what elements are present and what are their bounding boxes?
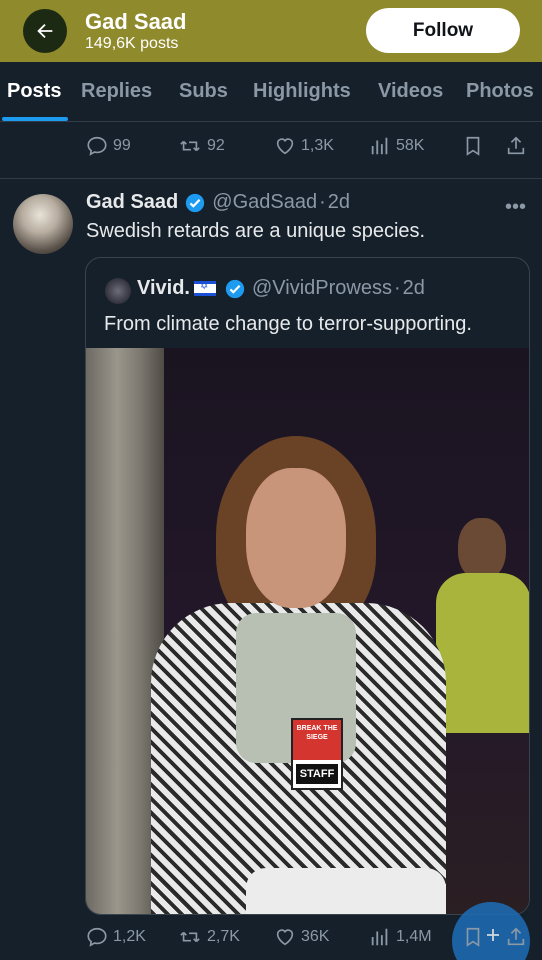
author-name[interactable]: Gad Saad: [86, 191, 178, 214]
avatar[interactable]: [13, 194, 73, 254]
tab-posts[interactable]: Posts: [7, 80, 61, 103]
photo-cloth: [246, 868, 446, 914]
repost-button[interactable]: 92: [178, 135, 225, 157]
bookmark-button[interactable]: [462, 135, 484, 157]
views-count: 58K: [396, 137, 425, 154]
quoted-author-name: Vivid.: [137, 277, 190, 299]
quoted-avatar: [105, 278, 131, 304]
tab-subs[interactable]: Subs: [179, 80, 228, 103]
share-icon: [507, 927, 525, 946]
prev-post-actions: 99 92 1,3K 58K: [86, 135, 526, 161]
post-text: Swedish retards are a unique species.: [86, 220, 426, 242]
separator-dot: ·: [393, 277, 401, 299]
tab-replies[interactable]: Replies: [81, 80, 152, 103]
author-handle[interactable]: @GadSaad: [212, 191, 317, 214]
header-title-block: Gad Saad 149,6K posts: [85, 10, 186, 54]
more-options-icon[interactable]: •••: [505, 196, 526, 219]
tab-photos[interactable]: Photos: [466, 80, 534, 103]
repost-icon: [180, 140, 200, 152]
repost-count: 92: [207, 137, 225, 154]
share-icon: [507, 136, 525, 155]
bookmark-icon: [466, 927, 480, 947]
reply-count: 99: [113, 137, 131, 154]
quoted-handle: @VividProwess: [252, 277, 392, 299]
quoted-photo[interactable]: BREAK THE SIEGE STAFF: [86, 348, 529, 914]
reply-button[interactable]: 99: [86, 135, 131, 157]
photo-background-person: [436, 518, 529, 818]
verified-badge-icon: [225, 279, 245, 298]
views-button[interactable]: 58K: [369, 135, 424, 157]
share-button[interactable]: [505, 926, 527, 948]
verified-badge-icon: [186, 193, 205, 212]
post-time[interactable]: 2d: [328, 191, 350, 214]
israel-flag-icon: [194, 281, 216, 296]
like-button[interactable]: 1,3K: [274, 135, 334, 157]
staff-badge: BREAK THE SIEGE STAFF: [291, 718, 343, 790]
bg-person-shirt: [436, 573, 529, 733]
profile-name: Gad Saad: [85, 9, 187, 34]
back-button[interactable]: [23, 9, 67, 53]
quoted-text: From climate change to terror-supporting…: [104, 313, 472, 335]
quoted-time: 2d: [402, 277, 425, 299]
fab-overlay-actions: [86, 926, 526, 952]
badge-top-text: BREAK THE SIEGE: [293, 720, 341, 760]
person-face: [246, 468, 346, 608]
separator-dot: ·: [319, 191, 326, 213]
arrow-left-icon: [37, 23, 53, 39]
post-count: 149,6K posts: [85, 35, 179, 52]
views-icon: [371, 137, 388, 155]
tab-highlights[interactable]: Highlights: [253, 80, 351, 103]
share-button[interactable]: [505, 135, 527, 157]
follow-button[interactable]: Follow: [366, 8, 520, 53]
post-author-line: Gad Saad @GadSaad · 2d: [86, 191, 350, 214]
bg-person-head: [458, 518, 506, 580]
heart-icon: [276, 138, 294, 155]
active-tab-indicator: [2, 117, 68, 121]
quoted-author-line: Vivid. @VividProwess · 2d: [137, 277, 425, 300]
tab-videos[interactable]: Videos: [378, 80, 443, 103]
plus-icon: [487, 929, 499, 941]
reply-icon: [87, 136, 107, 156]
badge-staff-text: STAFF: [296, 764, 338, 784]
profile-tabs: Posts Replies Subs Highlights Videos Pho…: [0, 62, 542, 122]
compose-icon[interactable]: [484, 926, 502, 944]
like-count: 1,3K: [301, 137, 334, 154]
post-divider: [0, 178, 542, 179]
profile-header: Gad Saad 149,6K posts Follow: [0, 0, 542, 62]
quoted-post[interactable]: Vivid. @VividProwess · 2d From climate c…: [85, 257, 530, 915]
bookmark-icon: [466, 136, 480, 156]
bookmark-button[interactable]: [462, 926, 484, 948]
